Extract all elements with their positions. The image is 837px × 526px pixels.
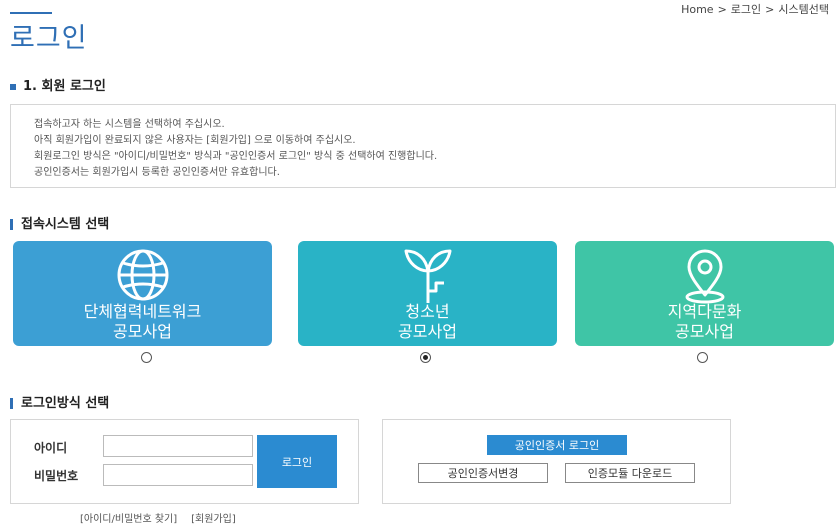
radio-group-network[interactable] — [141, 352, 152, 363]
breadcrumb-system-select: 시스템선택 — [778, 3, 829, 16]
bottom-links: [아이디/비밀번호 찾기] [회원가입] — [80, 510, 250, 525]
cert-login-panel: 공인인증서 로그인 공인인증서변경 인증모듈 다운로드 — [382, 419, 731, 504]
breadcrumb-home[interactable]: Home — [681, 3, 713, 16]
login-button[interactable]: 로그인 — [257, 435, 337, 488]
id-login-panel: 아이디 비밀번호 로그인 — [10, 419, 359, 504]
id-input[interactable] — [103, 435, 253, 457]
system-card-multicultural[interactable]: 지역다문화 공모사업 — [575, 241, 834, 346]
module-download-button[interactable]: 인증모듈 다운로드 — [565, 463, 695, 483]
info-line: 접속하고자 하는 시스템을 선택하여 주십시오. — [34, 119, 225, 130]
section-marker-icon — [10, 83, 16, 90]
system-card-label: 지역다문화 공모사업 — [667, 302, 742, 341]
cert-login-button[interactable]: 공인인증서 로그인 — [487, 435, 627, 455]
join-link[interactable]: [회원가입] — [191, 514, 236, 525]
breadcrumb: Home > 로그인 > 시스템선택 — [679, 1, 831, 17]
system-card-group-network[interactable]: 단체협력네트워크 공모사업 — [13, 241, 272, 346]
breadcrumb-separator: > — [765, 3, 775, 16]
sprout-icon — [404, 249, 451, 303]
section-marker-icon — [10, 398, 13, 409]
password-label: 비밀번호 — [34, 469, 79, 483]
id-label: 아이디 — [34, 441, 68, 455]
breadcrumb-separator: > — [717, 3, 727, 16]
info-line: 공인인증서는 회원가입시 등록한 공인인증서만 유효합니다. — [34, 167, 280, 178]
page-title: 로그인 — [10, 23, 88, 54]
globe-icon — [117, 249, 168, 301]
info-box: 접속하고자 하는 시스템을 선택하여 주십시오. 아직 회원가입이 완료되지 않… — [10, 104, 836, 188]
find-id-password-link[interactable]: [아이디/비밀번호 찾기] — [80, 514, 177, 525]
login-method-title: 로그인방식 선택 — [10, 392, 109, 411]
info-line: 회원로그인 방식은 "아이디/비밀번호" 방식과 "공인인증서 로그인" 방식 … — [34, 151, 438, 162]
cert-change-button[interactable]: 공인인증서변경 — [418, 463, 548, 483]
section-member-login-title: 1. 회원 로그인 — [10, 75, 106, 94]
system-card-youth[interactable]: 청소년 공모사업 — [298, 241, 557, 346]
password-input[interactable] — [103, 464, 253, 486]
system-card-label: 청소년 공모사업 — [398, 302, 457, 341]
map-pin-icon — [685, 249, 724, 304]
info-line: 아직 회원가입이 완료되지 않은 사용자는 [회원가입] 으로 이동하여 주십시… — [34, 135, 356, 146]
title-accent-line — [10, 12, 52, 14]
radio-multicultural[interactable] — [697, 352, 708, 363]
radio-youth[interactable] — [420, 352, 431, 363]
section-marker-icon — [10, 219, 13, 230]
system-select-title: 접속시스템 선택 — [10, 213, 109, 232]
system-card-label: 단체협력네트워크 공모사업 — [83, 302, 202, 341]
breadcrumb-login[interactable]: 로그인 — [731, 3, 761, 16]
